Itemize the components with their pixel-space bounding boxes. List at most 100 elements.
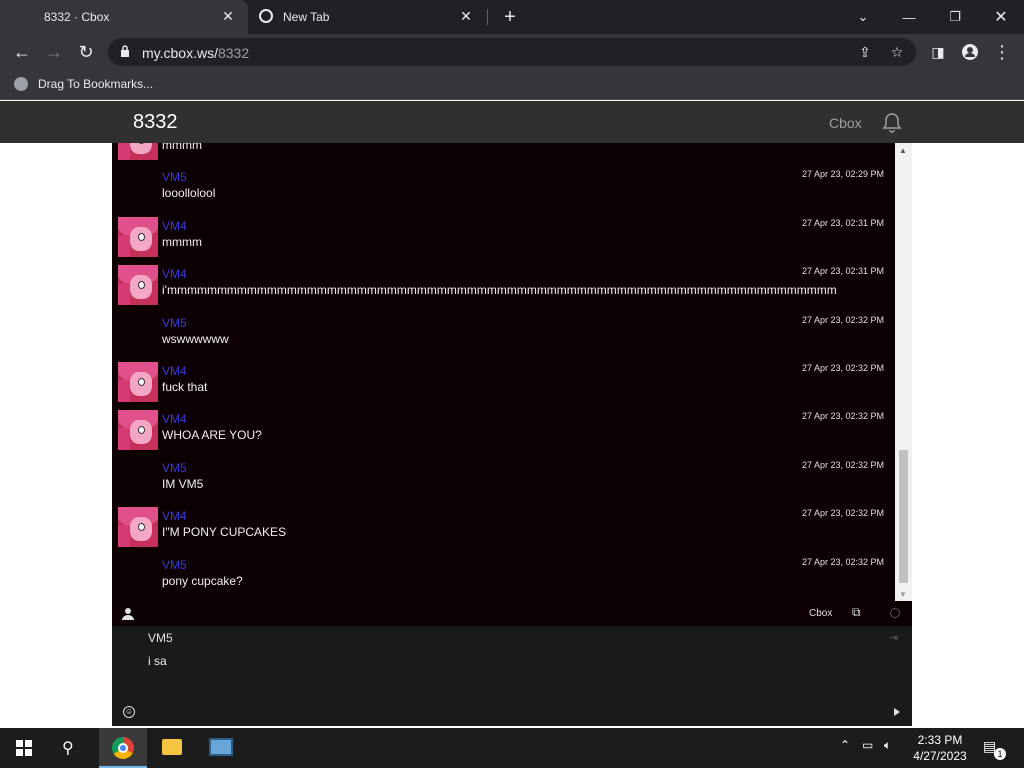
message-author[interactable]: VM5 bbox=[162, 558, 187, 572]
bookmark-star-icon[interactable]: ☆ bbox=[888, 43, 906, 61]
message-author[interactable]: VM5 bbox=[162, 461, 187, 475]
page-title: 8332 bbox=[133, 111, 178, 133]
browser-toolbar: ← → ↻ my.cbox.ws/8332 ⇪ ☆ ◨ ⋮ bbox=[0, 34, 1024, 70]
message-author[interactable]: VM4 bbox=[162, 364, 187, 378]
network-icon[interactable]: ▭ bbox=[862, 738, 873, 752]
windows-start-icon[interactable] bbox=[16, 740, 32, 756]
message-text: IM VM5 bbox=[162, 476, 204, 491]
message-timestamp: 27 Apr 23, 02:31 PM bbox=[801, 266, 884, 277]
message-text: looollolool bbox=[162, 186, 216, 201]
message-text: fuck that bbox=[162, 380, 208, 394]
taskbar-computer[interactable] bbox=[197, 728, 245, 768]
brand-link[interactable]: Cbox bbox=[829, 115, 862, 131]
bell-icon[interactable] bbox=[880, 111, 904, 135]
chevron-up-icon[interactable]: ⌃ bbox=[840, 738, 850, 752]
avatar[interactable] bbox=[118, 143, 158, 160]
avatar[interactable] bbox=[118, 362, 158, 402]
chat-footer: Cbox ⧉ bbox=[112, 601, 912, 626]
new-tab-button[interactable]: + bbox=[500, 7, 520, 27]
message-timestamp: 27 Apr 23, 02:32 PM bbox=[801, 556, 884, 567]
clock-time: 2:33 PM bbox=[917, 733, 963, 747]
message-text: WHOA ARE YOU? bbox=[162, 428, 262, 443]
tab-title: New Tab bbox=[283, 10, 330, 24]
tab-search-chevron-icon[interactable]: ⌄ bbox=[840, 0, 886, 34]
message-timestamp: 27 Apr 23, 02:32 PM bbox=[801, 363, 884, 373]
chat-message: VM5 27 Apr 23, 02:32 PM wswwwwww bbox=[112, 312, 894, 360]
scroll-thumb[interactable] bbox=[899, 450, 908, 583]
message-text: i'mmmmmmmmmmmmmmmmmmmmmmmmmmmmmmmmmmmmmm… bbox=[162, 283, 837, 298]
minimize-button[interactable]: — bbox=[886, 0, 932, 34]
close-window-button[interactable]: ✕ bbox=[978, 0, 1024, 34]
message-timestamp: 27 Apr 23, 02:32 PM bbox=[801, 314, 884, 325]
restore-button[interactable]: ❐ bbox=[932, 0, 978, 34]
chat-message: VM5 27 Apr 23, 02:32 PM pony cupcake? bbox=[112, 554, 894, 601]
chat-message: VM5 27 Apr 23, 02:32 PM IM VM5 bbox=[112, 457, 894, 505]
chat-message-list[interactable]: mmmm VM5 27 Apr 23, 02:29 PM looollolool VM4… bbox=[112, 143, 912, 601]
search-icon[interactable]: ⚲ bbox=[62, 738, 82, 758]
menu-kebab-icon[interactable]: ⋮ bbox=[990, 40, 1014, 64]
side-panel-icon[interactable]: ◨ bbox=[926, 40, 950, 64]
site-header: 8332 Cbox bbox=[0, 101, 1024, 143]
message-text: pony cupcake? bbox=[162, 573, 243, 588]
address-bar[interactable]: my.cbox.ws/8332 ⇪ ☆ bbox=[108, 38, 916, 66]
message-timestamp: 27 Apr 23, 02:29 PM bbox=[801, 169, 884, 180]
bookmarks-hint[interactable]: Drag To Bookmarks... bbox=[38, 77, 153, 91]
message-author[interactable]: VM5 bbox=[162, 170, 187, 184]
avatar[interactable] bbox=[118, 507, 158, 548]
avatar[interactable] bbox=[118, 216, 158, 257]
taskbar-clock[interactable]: 2:33 PM 4/27/2023 bbox=[906, 732, 974, 764]
message-author[interactable]: VM4 bbox=[162, 219, 187, 233]
cbox-footer-link[interactable]: Cbox bbox=[809, 608, 832, 619]
reload-button[interactable]: ↻ bbox=[74, 40, 98, 64]
tab-separator bbox=[487, 9, 488, 25]
volume-icon[interactable]: 🔈︎ bbox=[884, 738, 891, 753]
url-domain: my.cbox.ws/ bbox=[142, 45, 218, 61]
notification-badge: 1 bbox=[994, 748, 1006, 760]
browser-tab-bar: 8332 · Cbox ✕ New Tab ✕ + ⌄ — ❐ ✕ bbox=[0, 0, 1024, 34]
back-button[interactable]: ← bbox=[10, 40, 34, 64]
post-username[interactable]: VM5 bbox=[148, 631, 173, 645]
logout-icon[interactable]: ⇥ bbox=[889, 631, 903, 645]
profile-icon[interactable] bbox=[958, 40, 982, 64]
message-timestamp: 27 Apr 23, 02:31 PM bbox=[801, 217, 884, 228]
popout-icon[interactable]: ⧉ bbox=[852, 606, 865, 619]
message-author[interactable]: VM4 bbox=[162, 509, 187, 523]
message-text: mmmm bbox=[162, 234, 202, 249]
send-icon[interactable] bbox=[894, 708, 900, 716]
message-timestamp: 27 Apr 23, 02:32 PM bbox=[801, 459, 884, 470]
lock-icon bbox=[121, 45, 129, 57]
tab-new-tab[interactable]: New Tab ✕ bbox=[250, 0, 486, 34]
message-author[interactable]: VM4 bbox=[162, 267, 187, 281]
clock-date: 4/27/2023 bbox=[913, 749, 967, 763]
tab-cbox[interactable]: 8332 · Cbox ✕ bbox=[0, 0, 248, 34]
connection-status-icon bbox=[890, 608, 900, 618]
chat-message: VM4 27 Apr 23, 02:31 PM mmmm bbox=[112, 215, 894, 263]
chat-message: VM4 27 Apr 23, 02:32 PM fuck that bbox=[112, 360, 894, 408]
message-author[interactable]: VM4 bbox=[162, 412, 187, 426]
tab-close-icon[interactable]: ✕ bbox=[458, 8, 474, 24]
folder-icon bbox=[162, 739, 182, 755]
computer-icon bbox=[209, 738, 233, 756]
avatar[interactable] bbox=[118, 410, 158, 451]
message-text: mmmm bbox=[162, 143, 202, 152]
avatar[interactable] bbox=[118, 265, 158, 306]
post-form: VM5 ⇥ i sa ☺ bbox=[112, 626, 912, 726]
scroll-down-icon[interactable]: ▼ bbox=[899, 590, 907, 599]
url-path: 8332 bbox=[217, 45, 250, 61]
chat-scrollbar[interactable]: ▲ ▼ bbox=[895, 143, 912, 601]
forward-button[interactable]: → bbox=[42, 40, 66, 64]
bookmarks-bar: Drag To Bookmarks... bbox=[0, 70, 1024, 100]
message-timestamp: 27 Apr 23, 02:32 PM bbox=[801, 508, 884, 519]
message-input[interactable]: i sa bbox=[144, 650, 884, 700]
share-icon[interactable]: ⇪ bbox=[856, 43, 874, 61]
url-text: my.cbox.ws/8332 bbox=[142, 45, 249, 61]
tab-close-icon[interactable]: ✕ bbox=[220, 8, 236, 24]
emoji-icon[interactable]: ☺ bbox=[123, 706, 135, 718]
chat-message: VM5 27 Apr 23, 02:29 PM looollolool bbox=[112, 166, 894, 214]
taskbar-file-explorer[interactable] bbox=[148, 728, 196, 768]
message-author[interactable]: VM5 bbox=[162, 316, 187, 330]
scroll-up-icon[interactable]: ▲ bbox=[899, 146, 907, 155]
windows-taskbar: ⚲ ⌃ ▭ 🔈︎ 2:33 PM 4/27/2023 ▤ 1 bbox=[0, 728, 1024, 768]
user-icon[interactable] bbox=[122, 607, 134, 620]
taskbar-chrome[interactable] bbox=[99, 728, 147, 768]
